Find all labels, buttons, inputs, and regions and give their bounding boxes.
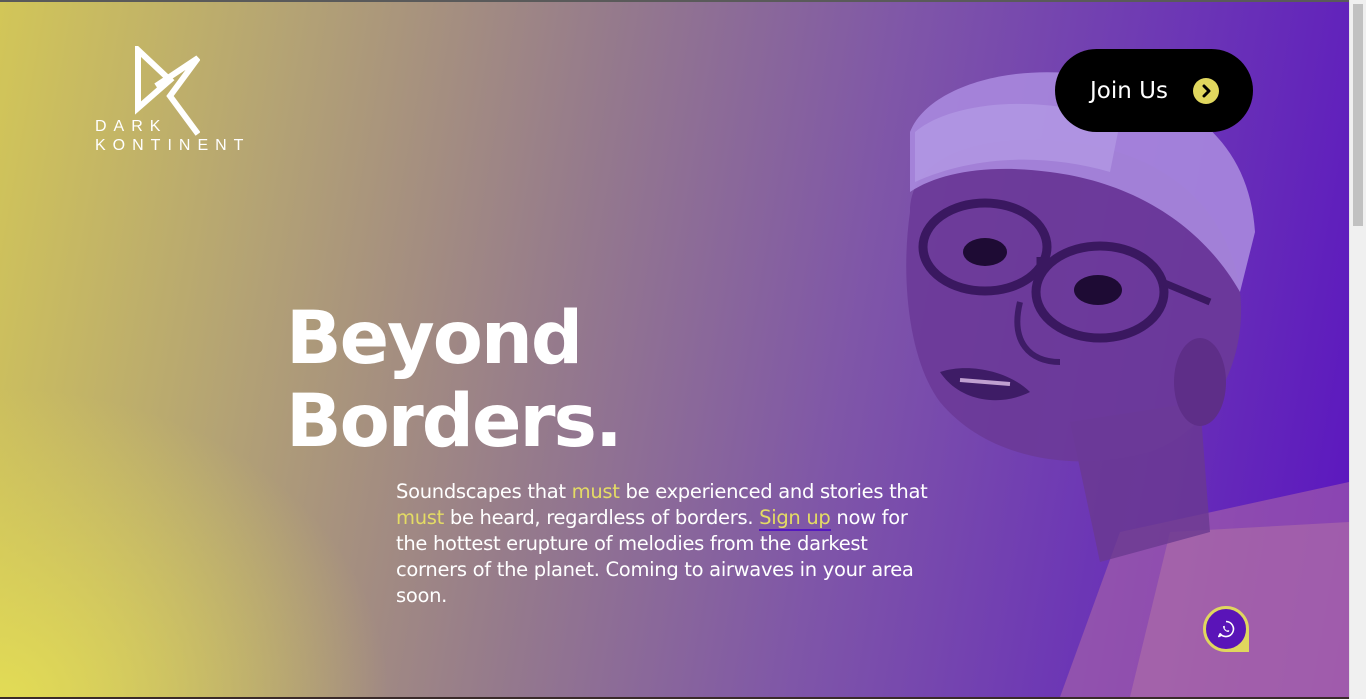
- hero-description: Soundscapes that must be experienced and…: [396, 479, 941, 609]
- headline-line2: Borders.: [286, 379, 623, 464]
- scrollbar-thumb[interactable]: [1353, 4, 1363, 226]
- brand-name-line2: KONTINENT: [95, 137, 251, 154]
- description-text: Soundscapes that: [396, 480, 572, 503]
- vertical-scrollbar[interactable]: [1349, 0, 1366, 699]
- hero-headline: Beyond Borders.: [286, 296, 623, 464]
- whatsapp-icon: [1218, 620, 1235, 638]
- description-text: be experienced and stories that: [619, 480, 928, 503]
- description-text: be heard, regardless of borders.: [443, 506, 760, 529]
- headline-line1: Beyond: [286, 296, 583, 381]
- highlight-must: must: [396, 506, 444, 529]
- sign-up-link[interactable]: Sign up: [759, 506, 831, 531]
- brand-name-line1: DARK: [95, 118, 168, 135]
- chevron-circle-right-icon: [1193, 78, 1219, 104]
- hero-section: DARK KONTINENT Join Us Beyond Borders. S…: [0, 2, 1349, 697]
- highlight-must: must: [571, 480, 620, 503]
- hero-portrait-image: [906, 72, 1349, 697]
- chat-bubble: [1203, 606, 1249, 652]
- join-us-label: Join Us: [1090, 77, 1168, 104]
- brand-logo[interactable]: DARK KONTINENT: [94, 46, 264, 158]
- whatsapp-chat-button[interactable]: [1203, 606, 1249, 652]
- join-us-button[interactable]: Join Us: [1055, 49, 1253, 132]
